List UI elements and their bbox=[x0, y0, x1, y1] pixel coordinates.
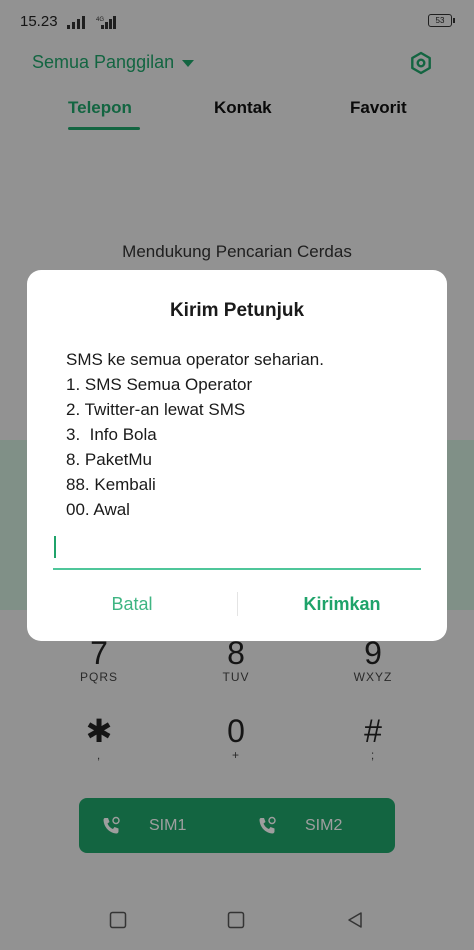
message-line: 88. Kembali bbox=[66, 475, 156, 494]
message-line: SMS ke semua operator seharian. bbox=[66, 350, 324, 369]
dialog-message: SMS ke semua operator seharian. 1. SMS S… bbox=[66, 347, 426, 522]
ussd-dialog: Kirim Petunjuk SMS ke semua operator seh… bbox=[27, 270, 447, 641]
dialog-title: Kirim Petunjuk bbox=[169, 300, 305, 321]
send-button[interactable]: Kirimkan bbox=[237, 588, 447, 621]
message-line: 00. Awal bbox=[66, 500, 130, 519]
message-line: 2. Twitter-an lewat SMS bbox=[66, 400, 246, 419]
message-line: 1. SMS Semua Operator bbox=[66, 375, 253, 394]
cancel-button[interactable]: Batal bbox=[27, 588, 237, 621]
reply-input[interactable] bbox=[53, 528, 421, 570]
text-cursor bbox=[54, 536, 56, 558]
message-line: 3. Info Bola bbox=[66, 425, 157, 444]
message-line: 8. PaketMu bbox=[66, 450, 152, 469]
